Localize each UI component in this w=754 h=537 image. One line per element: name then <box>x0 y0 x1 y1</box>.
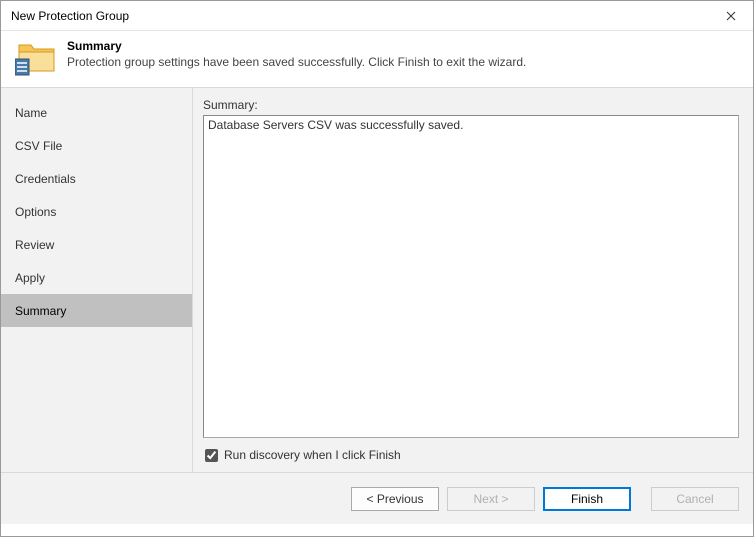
titlebar: New Protection Group <box>1 1 753 31</box>
finish-button[interactable]: Finish <box>543 487 631 511</box>
sidebar-item-apply[interactable]: Apply <box>1 261 192 294</box>
sidebar-item-label: Review <box>15 238 54 252</box>
previous-button[interactable]: < Previous <box>351 487 439 511</box>
button-row: < Previous Next > Finish Cancel <box>1 472 753 524</box>
wizard-sidebar: Name CSV File Credentials Options Review… <box>1 88 193 472</box>
sidebar-item-label: CSV File <box>15 139 62 153</box>
protection-group-icon <box>15 39 57 77</box>
cancel-button: Cancel <box>651 487 739 511</box>
page-title: Summary <box>67 39 526 53</box>
sidebar-item-csv-file[interactable]: CSV File <box>1 129 192 162</box>
summary-label: Summary: <box>203 98 739 112</box>
sidebar-item-label: Name <box>15 106 47 120</box>
close-icon <box>726 11 736 21</box>
run-discovery-checkbox[interactable] <box>205 449 218 462</box>
main-panel: Summary: Database Servers CSV was succes… <box>193 88 753 472</box>
sidebar-item-credentials[interactable]: Credentials <box>1 162 192 195</box>
sidebar-item-label: Summary <box>15 304 66 318</box>
checkbox-row: Run discovery when I click Finish <box>203 438 739 472</box>
summary-text: Database Servers CSV was successfully sa… <box>208 118 463 132</box>
page-description: Protection group settings have been save… <box>67 55 526 69</box>
window-title: New Protection Group <box>11 9 129 23</box>
sidebar-item-label: Credentials <box>15 172 76 186</box>
sidebar-item-options[interactable]: Options <box>1 195 192 228</box>
next-button: Next > <box>447 487 535 511</box>
sidebar-item-review[interactable]: Review <box>1 228 192 261</box>
wizard-header: Summary Protection group settings have b… <box>1 31 753 87</box>
summary-textbox[interactable]: Database Servers CSV was successfully sa… <box>203 115 739 438</box>
sidebar-item-summary[interactable]: Summary <box>1 294 192 327</box>
sidebar-item-label: Options <box>15 205 56 219</box>
sidebar-item-name[interactable]: Name <box>1 96 192 129</box>
sidebar-item-label: Apply <box>15 271 45 285</box>
checkbox-label: Run discovery when I click Finish <box>224 448 401 462</box>
close-button[interactable] <box>708 1 753 31</box>
